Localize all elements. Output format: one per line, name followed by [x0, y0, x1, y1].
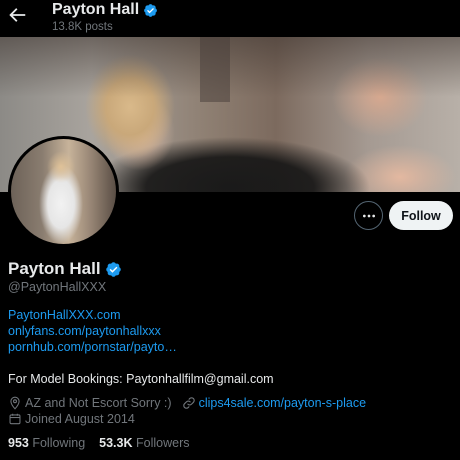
follow-stats: 953 Following 53.3K Followers — [8, 436, 190, 450]
banner-lamp — [200, 37, 230, 102]
verified-badge-icon — [144, 3, 158, 17]
followers-count: 53.3K — [99, 436, 133, 450]
followers-link[interactable]: 53.3K Followers — [99, 436, 189, 450]
joined-item: Joined August 2014 — [8, 412, 135, 426]
profile-handle: @PaytonHallXXX — [8, 280, 107, 294]
location-text: AZ and Not Escort Sorry :) — [25, 396, 172, 410]
back-button[interactable] — [6, 4, 28, 26]
profile-name: Payton Hall — [8, 259, 122, 279]
website-item[interactable]: clips4sale.com/payton-s-place — [182, 396, 366, 410]
joined-text: Joined August 2014 — [25, 412, 135, 426]
header-name: Payton Hall — [52, 1, 158, 19]
bio-link-3[interactable]: pornhub.com/pornstar/payto… — [8, 340, 177, 354]
arrow-left-icon — [9, 8, 26, 22]
profile-meta-row: AZ and Not Escort Sorry :) clips4sale.co… — [8, 396, 376, 410]
avatar[interactable] — [8, 136, 119, 247]
bio-bookings-text: For Model Bookings: Paytonhallfilm@gmail… — [8, 372, 274, 386]
following-link[interactable]: 953 Following — [8, 436, 85, 450]
verified-badge-icon[interactable] — [105, 261, 122, 278]
follow-button[interactable]: Follow — [389, 201, 453, 230]
link-icon — [182, 397, 195, 409]
bio-link-1[interactable]: PaytonHallXXX.com — [8, 308, 121, 322]
post-count: 13.8K posts — [52, 21, 113, 33]
header-name-text: Payton Hall — [52, 1, 140, 18]
calendar-icon — [9, 413, 21, 425]
profile-name-text: Payton Hall — [8, 259, 101, 278]
more-options-button[interactable] — [354, 201, 383, 230]
avatar-image — [11, 139, 116, 244]
website-link[interactable]: clips4sale.com/payton-s-place — [199, 396, 366, 410]
following-count: 953 — [8, 436, 29, 450]
following-label: Following — [32, 436, 86, 450]
profile-meta-row-2: Joined August 2014 — [8, 412, 145, 426]
location-item: AZ and Not Escort Sorry :) — [8, 396, 172, 410]
followers-label: Followers — [136, 436, 190, 450]
more-horizontal-icon — [362, 214, 375, 217]
banner-shade — [0, 37, 460, 97]
top-bar: Payton Hall 13.8K posts — [0, 0, 460, 37]
bio-link-2[interactable]: onlyfans.com/paytonhallxxx — [8, 324, 161, 338]
location-pin-icon — [10, 396, 20, 410]
